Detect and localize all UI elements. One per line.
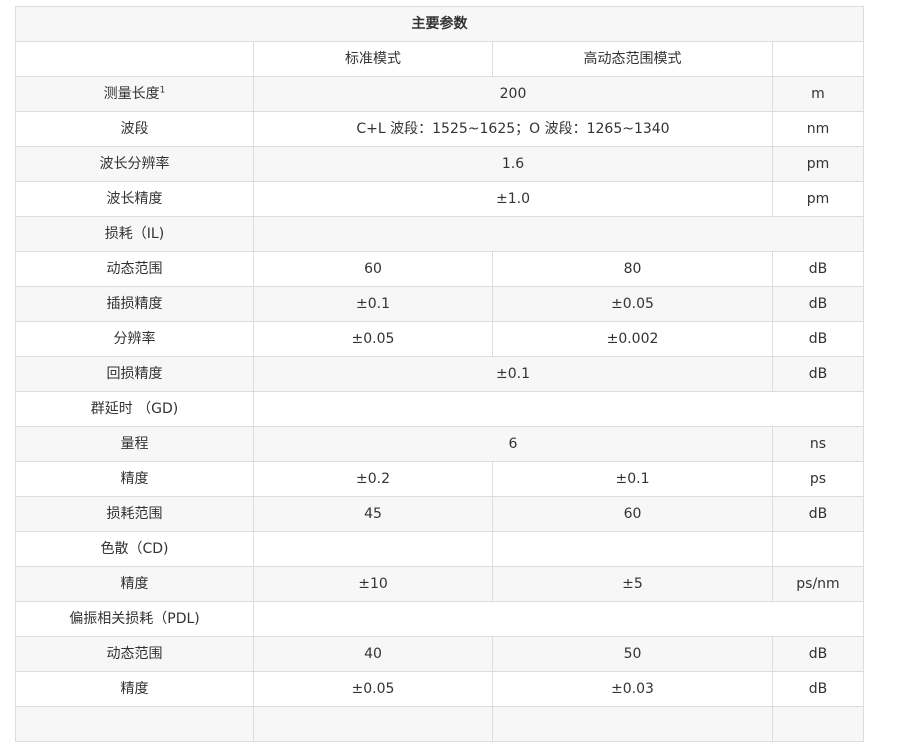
header-hdr-mode: 高动态范围模式 xyxy=(492,41,773,77)
row-unit: dB xyxy=(772,251,864,287)
section-row: 色散（CD) xyxy=(15,531,864,567)
table-row: 精度 ±0.2 ±0.1 ps xyxy=(15,461,864,497)
row-label: 插损精度 xyxy=(15,286,254,322)
row-unit: dB xyxy=(772,286,864,322)
section-empty-cell xyxy=(253,601,864,637)
row-standard-value: ±0.1 xyxy=(253,286,493,322)
row-standard-value: ±0.05 xyxy=(253,671,493,707)
row-label: 波长分辨率 xyxy=(15,146,254,182)
mode-header-row: 标准模式 高动态范围模式 xyxy=(15,41,864,77)
row-hdr-value: ±0.1 xyxy=(492,461,773,497)
footnote-marker: 1 xyxy=(159,85,166,96)
row-standard-value: ±0.2 xyxy=(253,461,493,497)
row-unit: dB xyxy=(772,496,864,532)
table-row: 波长精度 ±1.0 pm xyxy=(15,181,864,217)
table-row-partial xyxy=(15,706,864,742)
row-unit: dB xyxy=(772,636,864,672)
table-row: 回损精度 ±0.1 dB xyxy=(15,356,864,392)
row-unit xyxy=(772,706,864,742)
row-label: 动态范围 xyxy=(15,636,254,672)
row-standard-value: 60 xyxy=(253,251,493,287)
section-row: 损耗（IL) xyxy=(15,216,864,252)
table-row: 插损精度 ±0.1 ±0.05 dB xyxy=(15,286,864,322)
row-hdr-value: 80 xyxy=(492,251,773,287)
row-standard-value: ±0.05 xyxy=(253,321,493,357)
row-unit: ps/nm xyxy=(772,566,864,602)
row-unit: ps xyxy=(772,461,864,497)
row-unit: pm xyxy=(772,146,864,182)
row-unit: dB xyxy=(772,671,864,707)
row-value: ±1.0 xyxy=(253,181,773,217)
row-label: 精度 xyxy=(15,566,254,602)
row-label: 回损精度 xyxy=(15,356,254,392)
header-standard-mode: 标准模式 xyxy=(253,41,493,77)
table-row: 分辨率 ±0.05 ±0.002 dB xyxy=(15,321,864,357)
section-label: 偏振相关损耗（PDL) xyxy=(15,601,254,637)
row-value: 1.6 xyxy=(253,146,773,182)
row-label: 量程 xyxy=(15,426,254,462)
row-label: 测量长度1 xyxy=(15,76,254,112)
row-label: 精度 xyxy=(15,461,254,497)
spec-table-container: 主要参数 标准模式 高动态范围模式 测量长度1 200 m 波段 C+L 波段：… xyxy=(15,6,864,742)
row-unit: dB xyxy=(772,321,864,357)
row-standard-value: ±10 xyxy=(253,566,493,602)
row-value: 6 xyxy=(253,426,773,462)
row-label-text: 测量长度 xyxy=(103,86,160,102)
table-row: 测量长度1 200 m xyxy=(15,76,864,112)
table-row: 损耗范围 45 60 dB xyxy=(15,496,864,532)
row-hdr-value: ±0.002 xyxy=(492,321,773,357)
section-row: 群延时 （GD) xyxy=(15,391,864,427)
section-label: 色散（CD) xyxy=(15,531,254,567)
section-label: 群延时 （GD) xyxy=(15,391,254,427)
table-row: 动态范围 40 50 dB xyxy=(15,636,864,672)
row-label: 分辨率 xyxy=(15,321,254,357)
row-hdr-value: ±5 xyxy=(492,566,773,602)
row-unit: m xyxy=(772,76,864,112)
table-row: 量程 6 ns xyxy=(15,426,864,462)
section-empty-cell xyxy=(492,531,773,567)
section-empty-cell xyxy=(253,391,864,427)
section-empty-cell xyxy=(253,216,864,252)
section-empty-cell xyxy=(772,531,864,567)
section-label: 损耗（IL) xyxy=(15,216,254,252)
row-hdr-value: 60 xyxy=(492,496,773,532)
table-title: 主要参数 xyxy=(15,6,864,42)
row-unit: dB xyxy=(772,356,864,392)
row-standard-value: 45 xyxy=(253,496,493,532)
row-label xyxy=(15,706,254,742)
row-unit: ns xyxy=(772,426,864,462)
table-row: 波段 C+L 波段：1525~1625；O 波段：1265~1340 nm xyxy=(15,111,864,147)
row-label: 波段 xyxy=(15,111,254,147)
row-value: 200 xyxy=(253,76,773,112)
table-row: 波长分辨率 1.6 pm xyxy=(15,146,864,182)
header-unit-cell xyxy=(772,41,864,77)
table-title-row: 主要参数 xyxy=(15,6,864,42)
row-hdr-value: ±0.05 xyxy=(492,286,773,322)
row-label: 精度 xyxy=(15,671,254,707)
row-hdr-value: ±0.03 xyxy=(492,671,773,707)
row-hdr-value: 50 xyxy=(492,636,773,672)
row-standard-value xyxy=(253,706,493,742)
row-label: 波长精度 xyxy=(15,181,254,217)
table-row: 精度 ±0.05 ±0.03 dB xyxy=(15,671,864,707)
header-empty-cell xyxy=(15,41,254,77)
row-unit: pm xyxy=(772,181,864,217)
table-row: 精度 ±10 ±5 ps/nm xyxy=(15,566,864,602)
row-label: 动态范围 xyxy=(15,251,254,287)
row-value: C+L 波段：1525~1625；O 波段：1265~1340 xyxy=(253,111,773,147)
row-standard-value: 40 xyxy=(253,636,493,672)
section-empty-cell xyxy=(253,531,493,567)
row-label: 损耗范围 xyxy=(15,496,254,532)
section-row: 偏振相关损耗（PDL) xyxy=(15,601,864,637)
row-value: ±0.1 xyxy=(253,356,773,392)
spec-table: 主要参数 标准模式 高动态范围模式 测量长度1 200 m 波段 C+L 波段：… xyxy=(15,6,864,742)
table-row: 动态范围 60 80 dB xyxy=(15,251,864,287)
row-hdr-value xyxy=(492,706,773,742)
row-unit: nm xyxy=(772,111,864,147)
